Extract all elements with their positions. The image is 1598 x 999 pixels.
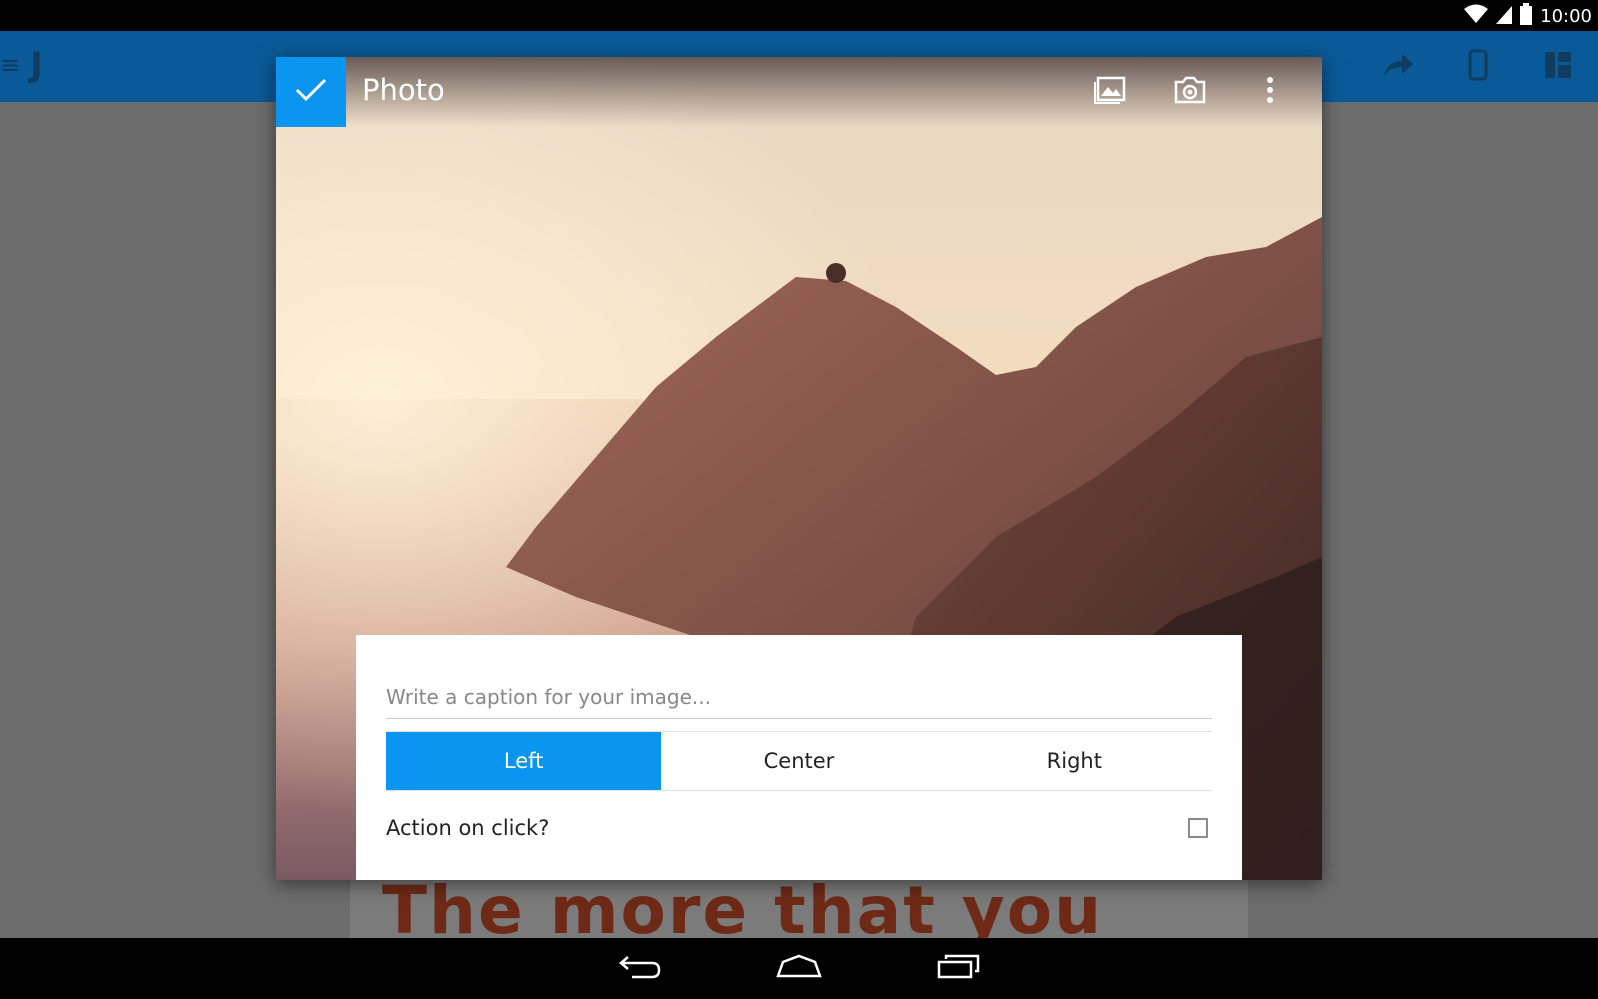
more-options-button[interactable] [1230,57,1310,127]
photo-dialog: Photo Left Center Right [276,57,1322,880]
app-logo-text: J [30,45,43,85]
share-button[interactable] [1358,31,1438,102]
status-icons: 10:00 [1464,3,1592,29]
action-on-click-checkbox[interactable] [1188,818,1208,838]
align-left-button[interactable]: Left [386,732,662,790]
wifi-icon [1464,4,1489,28]
align-center-button[interactable]: Center [661,732,936,790]
recents-button[interactable] [919,946,999,990]
alignment-selector: Left Center Right [386,731,1212,791]
app-logo[interactable]: ≡ J [0,45,43,85]
back-button[interactable] [600,946,680,990]
dialog-header: Photo [276,57,1322,127]
align-right-button[interactable]: Right [937,732,1212,790]
action-on-click-label: Action on click? [386,816,550,840]
header-actions [1070,57,1310,127]
home-button[interactable] [759,946,839,990]
camera-button[interactable] [1150,57,1230,127]
toolbar-actions [1358,31,1598,102]
gallery-icon [1094,76,1126,108]
layout-button[interactable] [1518,31,1598,102]
check-icon [295,78,327,106]
document-card: The more that you [350,872,1248,938]
battery-icon [1520,3,1533,29]
caption-input[interactable] [386,675,1212,719]
back-icon [618,953,662,983]
phone-preview-icon [1468,49,1488,85]
status-bar: 10:00 [0,0,1598,31]
menu-icon[interactable]: ≡ [0,51,20,79]
more-vert-icon [1266,76,1274,108]
phone-preview-button[interactable] [1438,31,1518,102]
gallery-button[interactable] [1070,57,1150,127]
layout-icon [1544,51,1572,83]
navigation-bar [0,938,1598,999]
signal-icon [1496,4,1513,28]
home-icon [775,954,823,982]
share-icon [1382,52,1414,82]
document-heading: The more that you [382,872,1104,938]
recents-icon [937,953,981,983]
dialog-title: Photo [362,73,445,107]
status-time: 10:00 [1540,5,1592,27]
photo-options-panel: Left Center Right Action on click? [356,635,1242,880]
confirm-button[interactable] [276,57,346,127]
camera-icon [1174,76,1206,108]
